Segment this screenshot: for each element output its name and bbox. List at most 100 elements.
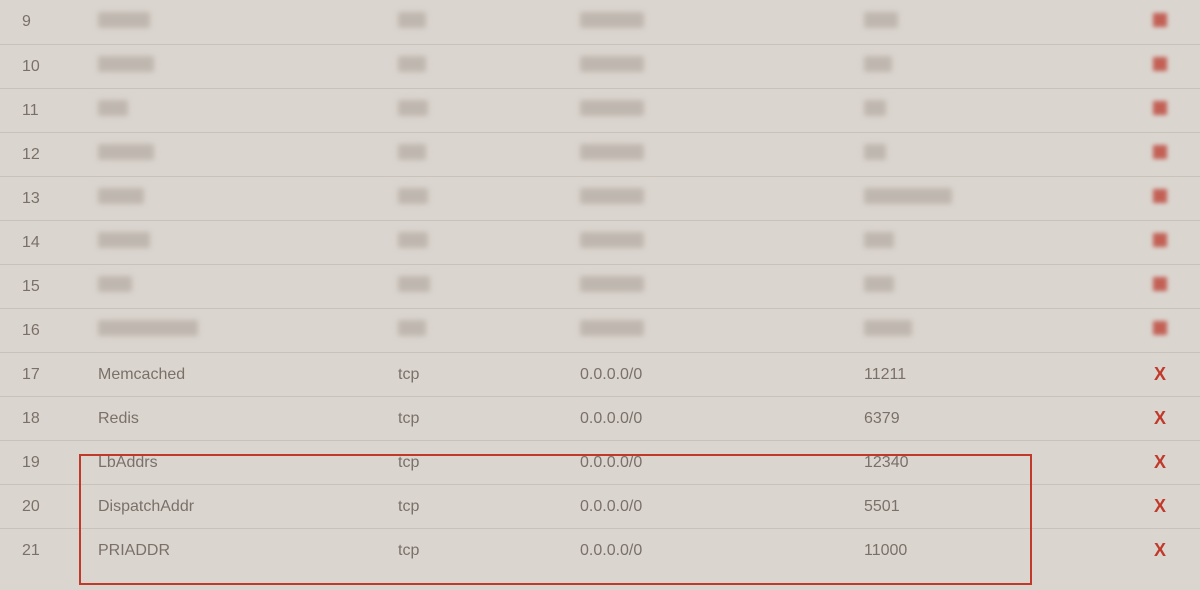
action-cell xyxy=(1120,13,1200,32)
table-row: 21PRIADDRtcp0.0.0.0/011000X xyxy=(0,528,1200,572)
rule-port: 11211 xyxy=(864,366,1120,384)
redacted-text xyxy=(864,12,898,28)
rules-table-wrap: 91011121314151617Memcachedtcp0.0.0.0/011… xyxy=(0,0,1200,572)
rule-name xyxy=(98,100,398,121)
delete-icon[interactable] xyxy=(1153,13,1167,27)
rule-name xyxy=(98,188,398,209)
action-cell: X xyxy=(1120,452,1200,473)
rule-cidr: 0.0.0.0/0 xyxy=(580,454,864,472)
redacted-text xyxy=(580,320,644,336)
redacted-text xyxy=(580,100,644,116)
delete-icon[interactable] xyxy=(1153,101,1167,115)
rule-name xyxy=(98,12,398,33)
rule-name: Redis xyxy=(98,410,398,428)
delete-button[interactable]: X xyxy=(1154,540,1166,560)
rule-port xyxy=(864,56,1120,77)
rule-protocol: tcp xyxy=(398,454,580,472)
redacted-text xyxy=(864,188,952,204)
table-row: 16 xyxy=(0,308,1200,352)
delete-button[interactable]: X xyxy=(1154,364,1166,384)
rule-port xyxy=(864,144,1120,165)
redacted-text xyxy=(98,232,150,248)
rule-port xyxy=(864,320,1120,341)
delete-button[interactable]: X xyxy=(1154,408,1166,428)
action-cell xyxy=(1120,233,1200,252)
row-number: 18 xyxy=(0,410,98,428)
rule-protocol: tcp xyxy=(398,410,580,428)
rule-cidr xyxy=(580,320,864,341)
redacted-text xyxy=(398,276,430,292)
rule-protocol xyxy=(398,12,580,33)
action-cell xyxy=(1120,145,1200,164)
redacted-text xyxy=(98,188,144,204)
row-number: 13 xyxy=(0,190,98,208)
redacted-text xyxy=(398,100,428,116)
rule-name: DispatchAddr xyxy=(98,498,398,516)
redacted-text xyxy=(398,12,426,28)
action-cell xyxy=(1120,321,1200,340)
action-cell: X xyxy=(1120,364,1200,385)
delete-icon[interactable] xyxy=(1153,189,1167,203)
redacted-text xyxy=(580,276,644,292)
table-row: 12 xyxy=(0,132,1200,176)
redacted-text xyxy=(398,232,428,248)
rule-cidr xyxy=(580,100,864,121)
delete-button[interactable]: X xyxy=(1154,496,1166,516)
rule-port: 12340 xyxy=(864,454,1120,472)
table-row: 20DispatchAddrtcp0.0.0.0/05501X xyxy=(0,484,1200,528)
rule-protocol: tcp xyxy=(398,542,580,560)
rule-cidr xyxy=(580,232,864,253)
rule-cidr xyxy=(580,56,864,77)
rule-protocol xyxy=(398,188,580,209)
rule-cidr: 0.0.0.0/0 xyxy=(580,498,864,516)
rule-cidr xyxy=(580,144,864,165)
delete-icon[interactable] xyxy=(1153,321,1167,335)
rule-cidr: 0.0.0.0/0 xyxy=(580,542,864,560)
rule-name xyxy=(98,56,398,77)
table-row: 17Memcachedtcp0.0.0.0/011211X xyxy=(0,352,1200,396)
redacted-text xyxy=(580,12,644,28)
table-row: 10 xyxy=(0,44,1200,88)
table-row: 9 xyxy=(0,0,1200,44)
rule-cidr: 0.0.0.0/0 xyxy=(580,366,864,384)
redacted-text xyxy=(864,276,894,292)
delete-icon[interactable] xyxy=(1153,233,1167,247)
rule-port xyxy=(864,12,1120,33)
row-number: 17 xyxy=(0,366,98,384)
rules-table: 91011121314151617Memcachedtcp0.0.0.0/011… xyxy=(0,0,1200,572)
table-row: 18Redistcp0.0.0.0/06379X xyxy=(0,396,1200,440)
rule-name: LbAddrs xyxy=(98,454,398,472)
rule-name: Memcached xyxy=(98,366,398,384)
row-number: 10 xyxy=(0,58,98,76)
action-cell xyxy=(1120,101,1200,120)
action-cell xyxy=(1120,57,1200,76)
redacted-text xyxy=(98,56,154,72)
redacted-text xyxy=(580,56,644,72)
delete-icon[interactable] xyxy=(1153,277,1167,291)
row-number: 15 xyxy=(0,278,98,296)
row-number: 14 xyxy=(0,234,98,252)
delete-icon[interactable] xyxy=(1153,145,1167,159)
rule-name xyxy=(98,320,398,341)
redacted-text xyxy=(864,56,892,72)
action-cell xyxy=(1120,277,1200,296)
delete-button[interactable]: X xyxy=(1154,452,1166,472)
table-row: 15 xyxy=(0,264,1200,308)
rule-protocol xyxy=(398,320,580,341)
rule-port xyxy=(864,100,1120,121)
action-cell xyxy=(1120,189,1200,208)
redacted-text xyxy=(580,232,644,248)
redacted-text xyxy=(98,100,128,116)
row-number: 20 xyxy=(0,498,98,516)
rule-protocol xyxy=(398,144,580,165)
delete-icon[interactable] xyxy=(1153,57,1167,71)
table-row: 19LbAddrstcp0.0.0.0/012340X xyxy=(0,440,1200,484)
redacted-text xyxy=(864,232,894,248)
redacted-text xyxy=(98,144,154,160)
rule-port: 11000 xyxy=(864,542,1120,560)
rule-name xyxy=(98,276,398,297)
rule-cidr xyxy=(580,188,864,209)
action-cell: X xyxy=(1120,496,1200,517)
redacted-text xyxy=(98,320,198,336)
redacted-text xyxy=(98,276,132,292)
